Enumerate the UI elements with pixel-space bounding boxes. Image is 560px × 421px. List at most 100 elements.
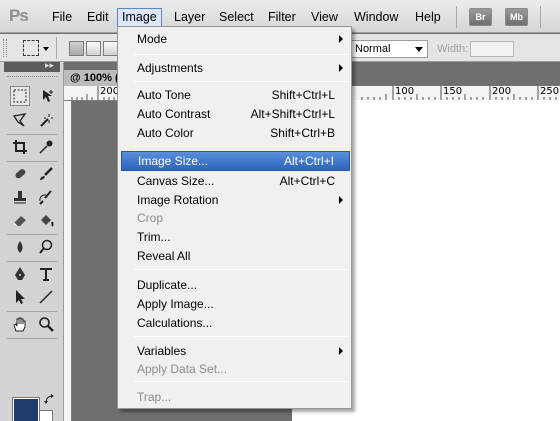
menu-item-trim[interactable]: Trim... xyxy=(121,228,350,246)
menu-file[interactable]: File xyxy=(48,8,76,27)
eyedropper-icon[interactable] xyxy=(36,137,56,157)
menu-item-shortcut: Shift+Ctrl+L xyxy=(271,88,335,102)
menu-item-adjustments[interactable]: Adjustments xyxy=(121,59,350,77)
menu-item-label: Crop xyxy=(137,211,164,225)
path-selection-icon[interactable] xyxy=(10,287,30,307)
menubar-divider xyxy=(456,6,457,28)
pen-icon[interactable] xyxy=(10,264,30,284)
brush-icon[interactable] xyxy=(36,164,56,184)
style-select-value: Normal xyxy=(355,43,391,55)
tools-panel-header[interactable]: ▸▸ xyxy=(4,60,60,72)
options-grip-icon xyxy=(3,39,7,57)
menu-item-label: Reveal All xyxy=(137,249,191,263)
photoshop-logo: Ps xyxy=(9,6,29,25)
menu-item-label: Apply Data Set... xyxy=(137,362,228,376)
options-divider xyxy=(56,37,57,59)
tools-grip xyxy=(7,76,57,77)
ruler-tick-label: 100 xyxy=(395,86,415,97)
menu-item-calculations[interactable]: Calculations... xyxy=(121,314,350,332)
line-icon[interactable] xyxy=(36,287,56,307)
menu-select[interactable]: Select xyxy=(215,8,258,27)
menu-separator xyxy=(134,146,348,147)
lasso-icon[interactable] xyxy=(10,110,30,130)
menu-item-apply-image[interactable]: Apply Image... xyxy=(121,295,350,313)
paint-bucket-icon[interactable] xyxy=(36,210,56,230)
menu-item-auto-contrast[interactable]: Auto Contrast Alt+Shift+Ctrl+L xyxy=(121,105,350,123)
crop-icon[interactable] xyxy=(10,137,30,157)
menu-layer[interactable]: Layer xyxy=(170,8,209,27)
history-brush-icon[interactable] xyxy=(36,187,56,207)
chevron-down-icon[interactable] xyxy=(43,47,49,51)
clone-stamp-icon[interactable] xyxy=(10,187,30,207)
menu-item-auto-tone[interactable]: Auto Tone Shift+Ctrl+L xyxy=(121,86,350,104)
tools-divider xyxy=(7,161,57,162)
menu-item-label: Calculations... xyxy=(137,316,213,330)
menu-item-canvas-size[interactable]: Canvas Size... Alt+Ctrl+C xyxy=(121,172,350,190)
tools-panel: ▸▸ xyxy=(0,60,64,421)
healing-brush-icon[interactable] xyxy=(10,164,30,184)
width-label: Width: xyxy=(437,43,469,55)
width-field[interactable] xyxy=(470,41,514,57)
menu-item-crop: Crop xyxy=(121,209,350,227)
bridge-button[interactable]: Br xyxy=(469,8,492,26)
tool-preset-marquee-icon[interactable] xyxy=(23,40,39,56)
menu-item-shortcut: Alt+Ctrl+C xyxy=(279,174,335,188)
submenu-arrow-icon xyxy=(339,35,343,43)
menu-item-label: Trim... xyxy=(137,230,171,244)
document-tab-label: @ 100% ( xyxy=(70,72,119,84)
menu-separator xyxy=(134,81,348,82)
image-menu-dropdown: Mode Adjustments Auto Tone Shift+Ctrl+L … xyxy=(117,26,352,409)
menu-separator xyxy=(134,54,348,55)
menu-separator xyxy=(134,336,348,337)
blur-icon[interactable] xyxy=(10,237,30,257)
submenu-arrow-icon xyxy=(339,347,343,355)
menu-image[interactable]: Image xyxy=(117,8,162,27)
menu-item-shortcut: Shift+Ctrl+B xyxy=(270,126,335,140)
menu-item-image-size[interactable]: Image Size... Alt+Ctrl+I xyxy=(121,151,350,171)
menu-view[interactable]: View xyxy=(307,8,342,27)
menu-item-duplicate[interactable]: Duplicate... xyxy=(121,276,350,294)
menu-item-label: Mode xyxy=(137,32,168,46)
dodge-icon[interactable] xyxy=(36,237,56,257)
subtract-selection-button[interactable] xyxy=(103,41,118,56)
magic-wand-icon[interactable] xyxy=(36,110,56,130)
tools-divider xyxy=(7,338,57,339)
menu-item-trap: Trap... xyxy=(121,388,350,406)
ruler-tick-label: 200 xyxy=(492,86,512,97)
menu-item-image-rotation[interactable]: Image Rotation xyxy=(121,191,350,209)
type-icon[interactable] xyxy=(36,264,56,284)
tools-divider xyxy=(7,311,57,312)
collapse-icon[interactable]: ▸▸ xyxy=(45,60,54,71)
style-select[interactable]: Normal xyxy=(350,40,428,58)
swap-colors-icon[interactable] xyxy=(44,394,55,405)
vertical-ruler xyxy=(64,101,72,421)
menu-item-mode[interactable]: Mode xyxy=(121,30,350,48)
hand-icon[interactable] xyxy=(10,314,30,334)
foreground-color-swatch[interactable] xyxy=(12,397,40,421)
new-selection-button[interactable] xyxy=(69,41,84,56)
menu-edit[interactable]: Edit xyxy=(83,8,113,27)
tools-divider xyxy=(7,261,57,262)
menu-item-variables[interactable]: Variables xyxy=(121,342,350,360)
menu-item-label: Canvas Size... xyxy=(137,174,215,188)
menu-window[interactable]: Window xyxy=(350,8,402,27)
rectangular-marquee-icon[interactable] xyxy=(10,86,30,106)
menu-filter[interactable]: Filter xyxy=(264,8,300,27)
zoom-icon[interactable] xyxy=(36,314,56,334)
ruler-tick-label: 250 xyxy=(540,86,560,97)
move-icon[interactable] xyxy=(36,86,56,106)
menu-item-reveal-all[interactable]: Reveal All xyxy=(121,247,350,265)
mini-bridge-button[interactable]: Mb xyxy=(505,8,528,26)
ruler-tick-label: 150 xyxy=(443,86,463,97)
menu-item-auto-color[interactable]: Auto Color Shift+Ctrl+B xyxy=(121,124,350,142)
menu-item-label: Duplicate... xyxy=(137,278,198,292)
submenu-arrow-icon xyxy=(339,64,343,72)
menu-help[interactable]: Help xyxy=(411,8,445,27)
menu-item-label: Image Size... xyxy=(138,154,209,168)
add-selection-button[interactable] xyxy=(86,41,101,56)
eraser-icon[interactable] xyxy=(10,210,30,230)
menu-item-label: Apply Image... xyxy=(137,297,214,311)
menu-item-label: Adjustments xyxy=(137,61,204,75)
menu-item-label: Auto Color xyxy=(137,126,194,140)
menu-separator xyxy=(134,269,348,270)
